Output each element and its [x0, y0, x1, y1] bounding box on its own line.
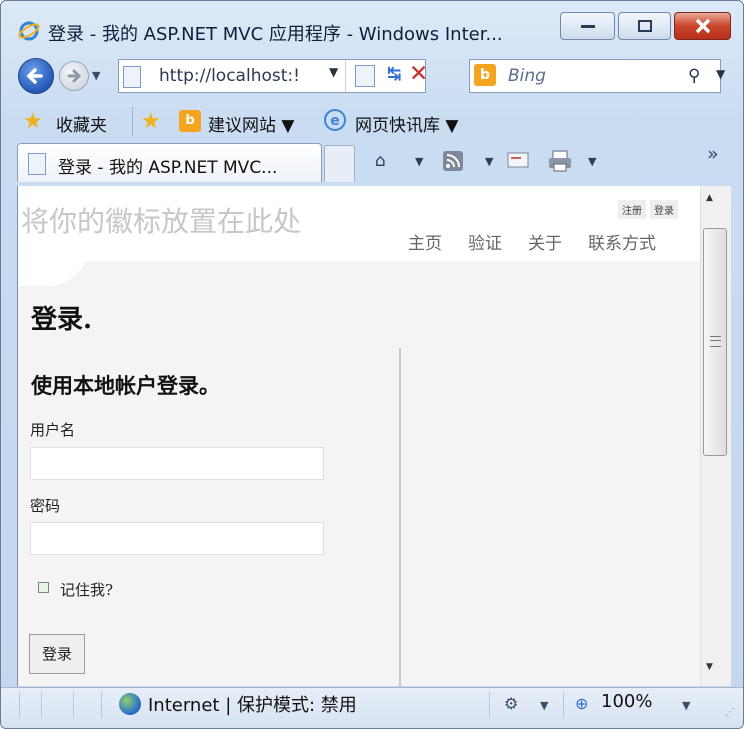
- menu-item-home[interactable]: 主页: [408, 234, 442, 254]
- web-slice-icon: e: [324, 109, 346, 131]
- maximize-icon: [637, 20, 652, 32]
- address-bar[interactable]: http://localhost:! ▼ ↹ ✕: [118, 59, 428, 93]
- remember-me-checkbox[interactable]: [38, 582, 49, 593]
- home-dropdown[interactable]: ▼: [415, 155, 423, 168]
- local-login-heading: 使用本地帐户登录。: [31, 373, 220, 398]
- scroll-down-arrow-icon[interactable]: ▼: [706, 662, 713, 672]
- status-divider: [73, 692, 74, 718]
- compatibility-view-icon[interactable]: [355, 65, 375, 87]
- forward-arrow-icon: [67, 69, 82, 83]
- print-icon[interactable]: [547, 149, 573, 173]
- status-divider: [41, 692, 42, 718]
- menu-item-about[interactable]: 关于: [528, 234, 562, 254]
- status-divider: [101, 692, 102, 718]
- maximize-button[interactable]: [618, 12, 671, 40]
- column-divider: [399, 348, 401, 686]
- internet-zone-globe-icon: [119, 693, 141, 715]
- password-input[interactable]: [30, 522, 324, 555]
- address-dropdown[interactable]: ▼: [329, 65, 338, 79]
- status-divider: [563, 692, 564, 718]
- bing-icon: b: [474, 64, 496, 86]
- home-icon[interactable]: ⌂: [375, 151, 386, 171]
- username-label: 用户名: [30, 421, 76, 439]
- search-placeholder[interactable]: Bing: [508, 66, 546, 86]
- menu-item-contact[interactable]: 联系方式: [588, 234, 656, 254]
- refresh-button[interactable]: ↹: [387, 64, 401, 84]
- remember-me-label[interactable]: 记住我?: [60, 579, 113, 600]
- scrollbar-thumb[interactable]: [703, 228, 727, 456]
- close-button[interactable]: [674, 12, 731, 40]
- add-to-favorites-icon[interactable]: ★: [141, 109, 161, 134]
- security-zone-text[interactable]: Internet | 保护模式: 禁用: [148, 691, 357, 717]
- scrollbar-grip-icon: [710, 336, 721, 347]
- main-menu: 主页 验证 关于 联系方式: [408, 229, 656, 254]
- feeds-dropdown[interactable]: ▼: [485, 155, 493, 168]
- web-slice-gallery-link[interactable]: 网页快讯库 ▼: [355, 111, 458, 136]
- stop-button[interactable]: ✕: [409, 61, 428, 87]
- favorites-star-icon[interactable]: ★: [23, 109, 43, 134]
- zoom-dropdown[interactable]: ▼: [682, 699, 690, 712]
- logo-decoration: [18, 246, 88, 286]
- minimize-button[interactable]: [560, 12, 615, 40]
- vertical-scrollbar[interactable]: ▲ ▼: [700, 186, 731, 686]
- zoom-level[interactable]: 100%: [601, 691, 652, 712]
- resize-grip-icon[interactable]: ⋰: [725, 707, 735, 718]
- print-dropdown[interactable]: ▼: [588, 155, 596, 168]
- feeds-icon[interactable]: [442, 150, 464, 172]
- search-box[interactable]: b Bing ⚲ ▼: [469, 59, 725, 93]
- new-tab-button[interactable]: [324, 145, 355, 182]
- back-arrow-icon: [26, 68, 43, 84]
- login-submit-button[interactable]: 登录: [29, 634, 85, 674]
- address-url[interactable]: http://localhost:!: [159, 66, 319, 86]
- zoom-icon[interactable]: ⊕: [575, 694, 588, 713]
- favorites-separator: [132, 107, 133, 137]
- search-icon[interactable]: ⚲: [688, 66, 700, 86]
- status-divider: [489, 692, 490, 718]
- suggested-sites-link[interactable]: 建议网站 ▼: [208, 111, 294, 136]
- pop-up-settings-icon[interactable]: ⚙: [504, 694, 518, 713]
- username-input[interactable]: [30, 447, 324, 480]
- mail-icon[interactable]: [507, 152, 529, 168]
- tab-page-icon: [28, 153, 46, 175]
- tab-label: 登录 - 我的 ASP.NET MVC...: [58, 158, 278, 178]
- tab-login[interactable]: 登录 - 我的 ASP.NET MVC...: [17, 143, 322, 182]
- page-viewport: 将你的徽标放置在此处 注册 登录 主页 验证 关于 联系方式 登录. 使用本地帐户登录。…: [17, 186, 700, 686]
- page-title: 登录.: [31, 305, 93, 335]
- login-links: 注册 登录: [614, 200, 678, 219]
- search-options-dropdown[interactable]: ▼: [716, 67, 725, 81]
- suggested-sites-icon: b: [179, 110, 201, 132]
- favorites-button[interactable]: 收藏夹: [56, 111, 107, 136]
- close-icon: [695, 18, 710, 34]
- register-link[interactable]: 注册: [618, 200, 646, 219]
- menu-item-verify[interactable]: 验证: [468, 234, 502, 254]
- browser-window: 登录 - 我的 ASP.NET MVC 应用程序 - Windows Inter…: [0, 0, 744, 729]
- password-label: 密码: [30, 497, 61, 515]
- site-logo-placeholder[interactable]: 将你的徽标放置在此处: [21, 200, 301, 240]
- scroll-up-arrow-icon[interactable]: ▲: [706, 193, 713, 203]
- recent-pages-dropdown[interactable]: ▼: [92, 69, 100, 82]
- window-title: 登录 - 我的 ASP.NET MVC 应用程序 - Windows Inter…: [48, 24, 503, 45]
- back-button[interactable]: [18, 58, 54, 94]
- toolbar-overflow-chevron[interactable]: »: [707, 143, 719, 165]
- address-separator: [345, 60, 346, 92]
- forward-button[interactable]: [59, 61, 89, 91]
- login-link[interactable]: 登录: [650, 200, 678, 219]
- ie-logo-icon: [18, 21, 40, 41]
- status-divider: [19, 692, 20, 718]
- minimize-icon: [580, 25, 595, 28]
- page-icon: [123, 66, 141, 88]
- pop-up-dropdown[interactable]: ▼: [540, 699, 548, 712]
